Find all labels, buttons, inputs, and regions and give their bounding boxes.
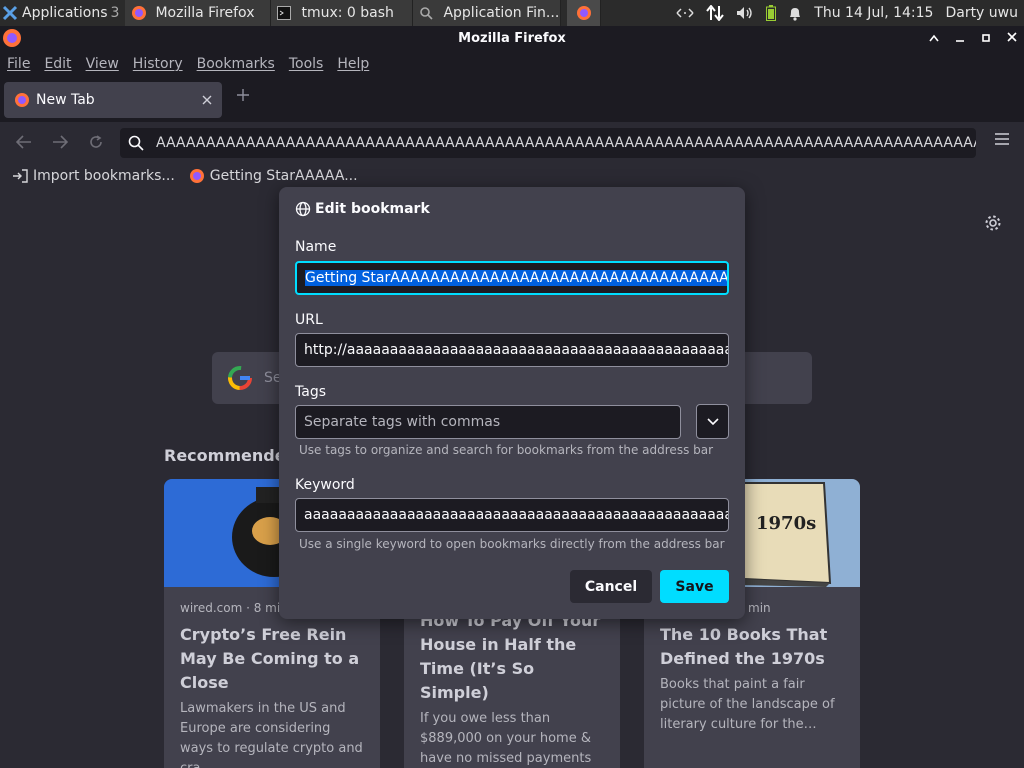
applications-label: Applications bbox=[22, 5, 108, 21]
volume-icon[interactable] bbox=[736, 6, 754, 20]
tab-label: New Tab bbox=[36, 92, 95, 108]
tags-field-placeholder: Separate tags with commas bbox=[304, 414, 501, 430]
keyword-field-value: aaaaaaaaaaaaaaaaaaaaaaaaaaaaaaaaaaaaaaaa… bbox=[304, 507, 728, 523]
window-controls bbox=[926, 26, 1020, 50]
gear-icon[interactable] bbox=[984, 214, 1002, 232]
save-button[interactable]: Save bbox=[660, 570, 729, 603]
bookmark-getting-started[interactable]: Getting StarAAAAA... bbox=[189, 168, 358, 184]
search-icon bbox=[128, 135, 144, 151]
maximize-icon[interactable] bbox=[978, 31, 994, 45]
globe-icon bbox=[295, 201, 311, 217]
firefox-logo-icon bbox=[2, 28, 22, 48]
navigation-toolbar: AAAAAAAAAAAAAAAAAAAAAAAAAAAAAAAAAAAAAAAA… bbox=[0, 122, 1024, 162]
notification-bell-icon[interactable] bbox=[788, 5, 802, 21]
hamburger-menu-icon[interactable] bbox=[994, 132, 1010, 146]
task-label: tmux: 0 bash bbox=[301, 5, 394, 21]
name-label: Name bbox=[295, 239, 337, 255]
menu-help[interactable]: Help bbox=[337, 56, 369, 72]
battery-icon[interactable] bbox=[766, 5, 777, 21]
menubar: File Edit View History Bookmarks Tools H… bbox=[0, 50, 1024, 78]
menu-edit[interactable]: Edit bbox=[44, 56, 71, 72]
tags-hint: Use tags to organize and search for book… bbox=[299, 443, 714, 457]
task-label: Mozilla Firefox bbox=[155, 5, 255, 21]
import-bookmarks-item[interactable]: Import bookmarks... bbox=[12, 168, 175, 184]
xfce-logo-icon bbox=[2, 5, 18, 21]
minimize-icon[interactable] bbox=[952, 31, 968, 45]
dialog-header: Edit bookmark bbox=[295, 201, 430, 217]
url-label: URL bbox=[295, 312, 323, 328]
task-appfinder[interactable]: Application Fin... bbox=[413, 0, 562, 26]
keyword-label: Keyword bbox=[295, 477, 355, 493]
chevron-down-icon bbox=[706, 417, 719, 426]
menu-view[interactable]: View bbox=[86, 56, 119, 72]
keyword-hint: Use a single keyword to open bookmarks d… bbox=[299, 537, 725, 551]
menu-tools[interactable]: Tools bbox=[289, 56, 324, 72]
task-firefox-active[interactable] bbox=[567, 0, 602, 26]
task-tmux[interactable]: tmux: 0 bash bbox=[271, 0, 414, 26]
google-logo-icon bbox=[228, 366, 252, 390]
story-image-text: 1970s bbox=[756, 513, 817, 534]
forward-arrow-icon[interactable] bbox=[42, 135, 78, 149]
import-bookmarks-label: Import bookmarks... bbox=[33, 168, 175, 184]
tags-dropdown-button[interactable] bbox=[696, 404, 729, 439]
story-title: The 10 Books That Defined the 1970s bbox=[660, 625, 828, 668]
bookmarks-toolbar: Import bookmarks... Getting StarAAAAA... bbox=[0, 162, 1024, 190]
shade-icon[interactable] bbox=[926, 31, 942, 45]
cancel-button[interactable]: Cancel bbox=[570, 570, 652, 603]
firefox-icon bbox=[576, 5, 592, 21]
story-title: Crypto’s Free Rein May Be Coming to a Cl… bbox=[180, 625, 360, 692]
story-description: Books that paint a fair picture of the l… bbox=[660, 677, 835, 732]
transfer-arrows-icon[interactable] bbox=[706, 5, 725, 21]
task-label: Application Fin... bbox=[443, 5, 560, 21]
name-field-value: Getting StarAAAAAAAAAAAAAAAAAAAAAAAAAAAA… bbox=[305, 270, 727, 286]
tab-strip: New Tab bbox=[0, 78, 1024, 122]
menu-bookmarks[interactable]: Bookmarks bbox=[197, 56, 275, 72]
applications-overflow: 3 bbox=[110, 5, 120, 21]
window-title: Mozilla Firefox bbox=[458, 30, 566, 46]
terminal-icon bbox=[277, 6, 292, 20]
dialog-title: Edit bookmark bbox=[315, 201, 430, 217]
tags-label: Tags bbox=[295, 384, 326, 400]
clock[interactable]: Thu 14 Jul, 14:15 bbox=[814, 5, 933, 21]
back-arrow-icon[interactable] bbox=[6, 135, 42, 149]
firefox-icon bbox=[14, 92, 30, 108]
address-bar[interactable]: AAAAAAAAAAAAAAAAAAAAAAAAAAAAAAAAAAAAAAAA… bbox=[120, 128, 976, 158]
network-wired-icon[interactable] bbox=[676, 6, 694, 20]
firefox-icon bbox=[189, 168, 205, 184]
tab-new-tab[interactable]: New Tab bbox=[4, 82, 222, 118]
name-field[interactable]: Getting StarAAAAAAAAAAAAAAAAAAAAAAAAAAAA… bbox=[295, 261, 729, 295]
tab-close-icon[interactable] bbox=[202, 95, 212, 105]
url-field-value: http://aaaaaaaaaaaaaaaaaaaaaaaaaaaaaaaaa… bbox=[304, 342, 728, 358]
tags-field[interactable]: Separate tags with commas bbox=[295, 405, 681, 439]
recommended-heading: Recommended bbox=[164, 446, 297, 465]
menu-file[interactable]: File bbox=[7, 56, 30, 72]
user-name[interactable]: Darty uwu bbox=[945, 5, 1018, 21]
edit-bookmark-dialog: Edit bookmark Name Getting StarAAAAAAAAA… bbox=[279, 187, 745, 619]
import-icon bbox=[12, 169, 28, 183]
story-description: Lawmakers in the US and Europe are consi… bbox=[180, 701, 363, 768]
system-panel: Applications 3 Mozilla Firefox tmux: 0 b… bbox=[0, 0, 1024, 26]
panel-tray: Thu 14 Jul, 14:15 Darty uwu bbox=[676, 5, 1024, 21]
applications-menu[interactable]: Applications 3 bbox=[0, 0, 125, 26]
firefox-icon bbox=[131, 5, 147, 21]
menu-history[interactable]: History bbox=[133, 56, 183, 72]
bookmark-label: Getting StarAAAAA... bbox=[209, 168, 358, 184]
window-titlebar: Mozilla Firefox bbox=[0, 26, 1024, 50]
search-icon bbox=[419, 6, 434, 20]
task-firefox[interactable]: Mozilla Firefox bbox=[125, 0, 272, 26]
story-description: If you owe less than $889,000 on your ho… bbox=[420, 711, 592, 766]
new-tab-plus-icon[interactable] bbox=[236, 88, 250, 102]
reload-icon[interactable] bbox=[78, 134, 114, 150]
address-bar-text: AAAAAAAAAAAAAAAAAAAAAAAAAAAAAAAAAAAAAAAA… bbox=[156, 135, 976, 151]
url-field[interactable]: http://aaaaaaaaaaaaaaaaaaaaaaaaaaaaaaaaa… bbox=[295, 333, 729, 367]
keyword-field[interactable]: aaaaaaaaaaaaaaaaaaaaaaaaaaaaaaaaaaaaaaaa… bbox=[295, 498, 729, 532]
close-icon[interactable] bbox=[1004, 31, 1020, 45]
